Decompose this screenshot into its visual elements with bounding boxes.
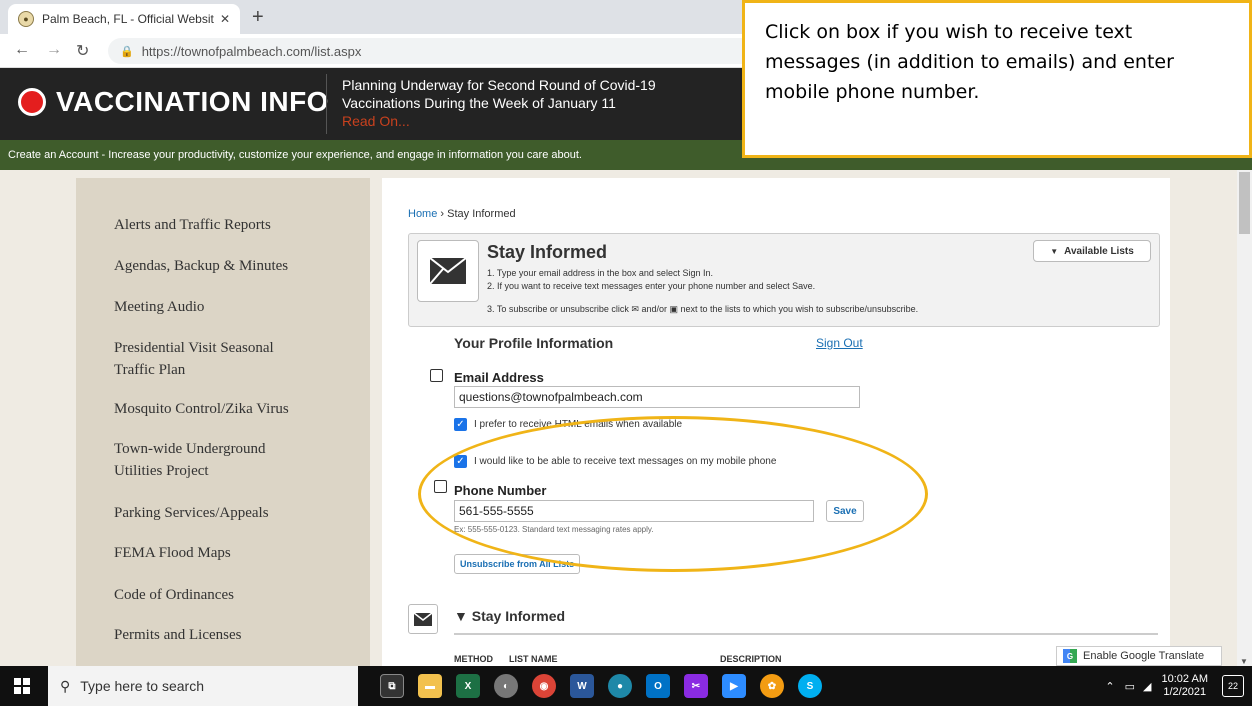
text-message-label: I would like to be able to receive text … — [474, 456, 777, 467]
phone-icon — [434, 480, 447, 493]
sign-out-link[interactable]: Sign Out — [816, 336, 863, 350]
google-translate-button[interactable]: G Enable Google Translate — [1056, 646, 1222, 666]
callout-text: Click on box if you wish to receive text… — [765, 21, 1174, 103]
profile-heading: Your Profile Information — [454, 335, 614, 351]
stay-informed-title: Stay Informed — [487, 242, 608, 262]
reload-icon[interactable]: ↻ — [76, 41, 89, 61]
network-icon[interactable]: ▭ — [1125, 680, 1135, 693]
read-on-link[interactable]: Read On... — [342, 112, 742, 130]
app-orange-icon[interactable]: ✿ — [760, 674, 784, 698]
browser-tab[interactable]: ● Palm Beach, FL - Official Website ✕ — [8, 4, 240, 34]
sidebar: Alerts and Traffic Reports Agendas, Back… — [76, 178, 370, 666]
wifi-icon[interactable]: ◢ — [1143, 680, 1151, 693]
text-message-checkbox[interactable]: ✓ — [454, 455, 467, 468]
html-email-checkbox[interactable]: ✓ — [454, 418, 467, 431]
news-line-2: Vaccinations During the Week of January … — [342, 95, 616, 111]
vaccination-banner[interactable]: VACCINATION INFO — [18, 86, 329, 118]
chrome-icon[interactable]: ◉ — [532, 674, 556, 698]
main-content: Home › Stay Informed Stay Informed 1. Ty… — [382, 178, 1170, 666]
header-divider — [326, 74, 327, 134]
windows-start-icon[interactable] — [14, 678, 30, 694]
sidebar-item-permits[interactable]: Permits and Licenses — [114, 624, 354, 646]
clock-date: 1/2/2021 — [1163, 686, 1207, 698]
create-account-text: Create an Account - Increase your produc… — [8, 149, 582, 161]
word-icon[interactable]: W — [570, 674, 594, 698]
email-envelope-icon — [430, 369, 443, 382]
translate-label: Enable Google Translate — [1083, 650, 1205, 662]
stay-informed-list-toggle[interactable]: ▼ Stay Informed — [454, 608, 565, 624]
step-3-text: 3. To subscribe or unsubscribe click ✉ a… — [487, 304, 919, 314]
html-email-label: I prefer to receive HTML emails when ava… — [474, 419, 683, 430]
sidebar-item-meeting-audio[interactable]: Meeting Audio — [114, 296, 354, 318]
page-scrollbar[interactable]: ▼ — [1237, 170, 1252, 666]
sidebar-item-utilities[interactable]: Town-wide Underground Utilities Project — [114, 438, 294, 482]
phone-label: Phone Number — [454, 483, 547, 498]
list-divider — [454, 633, 1158, 635]
available-lists-label: Available Lists — [1064, 245, 1134, 257]
unsubscribe-all-button[interactable]: Unsubscribe from All Lists — [454, 554, 581, 574]
scrollbar-thumb[interactable] — [1239, 172, 1250, 234]
notification-count: 22 — [1227, 681, 1238, 691]
app-globe-icon[interactable]: ◐ — [494, 674, 518, 698]
sidebar-item-code[interactable]: Code of Ordinances — [114, 584, 354, 606]
email-label: Email Address — [454, 370, 544, 385]
news-headline[interactable]: Planning Underway for Second Round of Co… — [342, 76, 742, 130]
breadcrumb: Home › Stay Informed — [408, 208, 516, 220]
phone-hint: Ex: 555-555-0123. Standard text messagin… — [454, 525, 654, 534]
column-description: DESCRIPTION — [720, 654, 782, 664]
column-list-name: LIST NAME — [509, 654, 558, 664]
search-icon: ⚲ — [60, 677, 71, 694]
clock-time: 10:02 AM — [1161, 673, 1208, 685]
outlook-icon[interactable]: O — [646, 674, 670, 698]
url-text: https://townofpalmbeach.com/list.aspx — [141, 43, 362, 59]
sidebar-item-agendas[interactable]: Agendas, Backup & Minutes — [114, 255, 354, 277]
taskbar-search[interactable]: ⚲ Type here to search — [48, 666, 358, 706]
step-1-text: 1. Type your email address in the box an… — [487, 268, 713, 278]
sidebar-item-presidential-visit[interactable]: Presidential Visit Seasonal Traffic Plan — [114, 337, 304, 381]
stay-informed-box: Stay Informed 1. Type your email address… — [408, 233, 1160, 327]
system-tray: ⌃ ▭ ◢ 10:02 AM 1/2/2021 22 — [1105, 666, 1252, 706]
site-favicon-icon: ● — [18, 11, 34, 27]
file-explorer-icon[interactable]: ▬ — [418, 674, 442, 698]
browser-globe-icon[interactable]: ● — [608, 674, 632, 698]
available-lists-button[interactable]: ▼ Available Lists — [1033, 240, 1151, 262]
excel-icon[interactable]: X — [456, 674, 480, 698]
tray-chevron-icon[interactable]: ⌃ — [1105, 680, 1114, 693]
news-line-1: Planning Underway for Second Round of Co… — [342, 77, 656, 93]
taskbar-clock[interactable]: 10:02 AM 1/2/2021 — [1162, 673, 1208, 699]
caret-down-icon: ▼ — [1050, 246, 1059, 256]
save-button[interactable]: Save — [826, 500, 864, 522]
tab-title: Palm Beach, FL - Official Website — [42, 12, 214, 26]
red-dot-icon — [18, 88, 46, 116]
column-method: METHOD — [454, 654, 493, 664]
sidebar-item-alerts[interactable]: Alerts and Traffic Reports — [114, 214, 354, 236]
sidebar-item-mosquito[interactable]: Mosquito Control/Zika Virus — [114, 398, 354, 420]
envelope-icon — [417, 240, 479, 302]
notifications-icon[interactable]: 22 — [1222, 675, 1244, 697]
sidebar-item-parking[interactable]: Parking Services/Appeals — [114, 502, 354, 524]
lock-icon: 🔒 — [120, 45, 134, 58]
new-tab-button[interactable]: + — [252, 6, 264, 29]
email-field[interactable]: questions@townofpalmbeach.com — [454, 386, 860, 408]
forward-arrow-icon[interactable]: → — [46, 41, 62, 59]
sidebar-item-fema[interactable]: FEMA Flood Maps — [114, 542, 354, 564]
step-2-text: 2. If you want to receive text messages … — [487, 281, 816, 291]
back-arrow-icon[interactable]: ← — [14, 41, 30, 59]
breadcrumb-separator: › — [437, 208, 448, 220]
zoom-icon[interactable]: ▶ — [722, 674, 746, 698]
task-view-icon[interactable]: ⧉ — [380, 674, 404, 698]
scroll-down-arrow-icon[interactable]: ▼ — [1240, 657, 1248, 666]
snipping-tool-icon[interactable]: ✂ — [684, 674, 708, 698]
phone-field[interactable]: 561-555-5555 — [454, 500, 814, 522]
vaccination-label: VACCINATION INFO — [56, 86, 329, 117]
breadcrumb-current: Stay Informed — [447, 208, 516, 220]
search-placeholder: Type here to search — [80, 678, 205, 694]
windows-taskbar: ⚲ Type here to search ⧉ ▬ X ◐ ◉ W ● O ✂ … — [0, 666, 1252, 706]
instruction-callout: Click on box if you wish to receive text… — [742, 0, 1252, 158]
list-envelope-icon[interactable] — [408, 604, 438, 634]
google-translate-icon: G — [1063, 649, 1077, 663]
skype-icon[interactable]: S — [798, 674, 822, 698]
close-tab-icon[interactable]: ✕ — [220, 12, 230, 26]
breadcrumb-home-link[interactable]: Home — [408, 208, 437, 220]
